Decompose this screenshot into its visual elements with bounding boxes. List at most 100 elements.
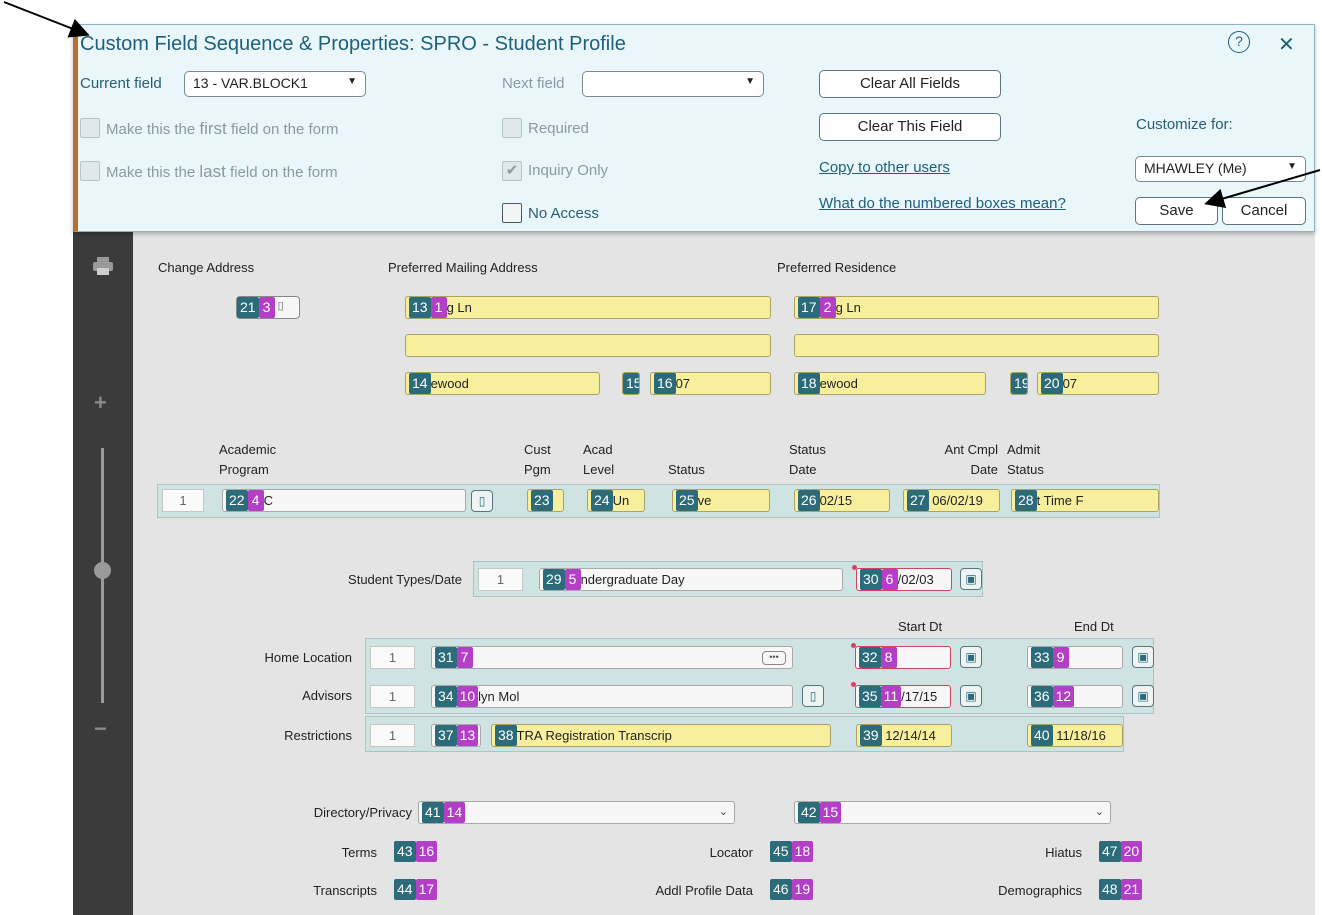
order-badge: 8 xyxy=(880,647,897,668)
residence-city-field[interactable]: 18 ewood xyxy=(794,372,986,395)
calendar-icon[interactable]: ▣ xyxy=(960,685,982,707)
change-address-field[interactable]: 21 3 ▯ xyxy=(236,296,300,319)
advisor-start-date-field[interactable]: 35 11/17/15 xyxy=(855,685,951,708)
mailing-zip-field[interactable]: 16 07 xyxy=(650,372,771,395)
sequence-badge: 14 xyxy=(409,373,431,394)
terms-button[interactable]: 43 16 xyxy=(394,841,438,862)
locator-button[interactable]: 45 18 xyxy=(770,841,814,862)
calendar-icon[interactable]: ▣ xyxy=(1132,646,1154,668)
close-icon[interactable]: ✕ xyxy=(1278,32,1295,57)
cust-pgm-field[interactable]: 23 xyxy=(527,489,564,512)
admit-status-field[interactable]: 28 t Time F xyxy=(1011,489,1159,512)
residence-state-field[interactable]: 19 xyxy=(1010,372,1028,395)
directory-privacy-select-1[interactable]: 41 14 ⌄ xyxy=(418,801,735,824)
sequence-badge: 32 xyxy=(859,647,881,668)
row-number: 1 xyxy=(370,724,415,747)
make-last-checkbox[interactable] xyxy=(80,161,100,181)
customize-for-select[interactable]: MHAWLEY (Me) ▼ xyxy=(1135,156,1306,182)
required-checkbox[interactable] xyxy=(502,118,522,138)
zoom-out-icon[interactable]: − xyxy=(94,716,107,742)
order-badge: 17 xyxy=(415,879,438,900)
terms-label: Terms xyxy=(341,845,377,860)
residence-line2-field[interactable] xyxy=(794,334,1159,357)
order-badge: 12 xyxy=(1052,686,1075,707)
sequence-badge: 45 xyxy=(770,841,792,862)
zoom-in-icon[interactable]: + xyxy=(94,390,107,416)
header-admit: Admit xyxy=(1007,442,1041,457)
mailing-line2-field[interactable] xyxy=(405,334,771,357)
inquiry-only-checkbox[interactable]: ✔ xyxy=(502,161,522,181)
header-status-date-2: Date xyxy=(789,462,817,477)
print-icon[interactable] xyxy=(92,256,114,276)
calendar-icon[interactable]: ▣ xyxy=(960,646,982,668)
next-field-select[interactable]: ▼ xyxy=(582,71,764,97)
academic-program-field[interactable]: 22 4 C xyxy=(222,489,466,512)
field-value: 07 xyxy=(675,376,691,391)
zoom-slider-handle[interactable] xyxy=(94,562,111,579)
no-access-checkbox[interactable] xyxy=(502,203,522,223)
residence-zip-field[interactable]: 20 07 xyxy=(1037,372,1159,395)
addl-profile-button[interactable]: 46 19 xyxy=(770,879,814,900)
checkmark-icon: ✔ xyxy=(505,162,519,179)
clear-all-fields-button[interactable]: Clear All Fields xyxy=(819,70,1001,98)
cancel-button[interactable]: Cancel xyxy=(1222,197,1306,225)
mailing-state-field[interactable]: 15 xyxy=(622,372,640,395)
home-start-date-field[interactable]: 32 8 xyxy=(855,646,951,669)
current-field-select[interactable]: 13 - VAR.BLOCK1 ▼ xyxy=(184,71,366,97)
make-first-checkbox[interactable] xyxy=(80,118,100,138)
advisor-field[interactable]: 34 10 lyn Mol xyxy=(431,685,793,708)
advisor-end-date-field[interactable]: 36 12 xyxy=(1027,685,1123,708)
preferred-mailing-label: Preferred Mailing Address xyxy=(388,260,538,275)
field-value: g Ln xyxy=(835,300,861,315)
sequence-badge: 22 xyxy=(226,490,248,511)
home-location-field[interactable]: 31 7 xyxy=(431,646,793,669)
ant-cmpl-date-field[interactable]: 27 06/02/19 xyxy=(903,489,1000,512)
document-icon[interactable]: ▯ xyxy=(471,490,493,512)
header-admit-status: Status xyxy=(1007,462,1044,477)
restriction-desc-field[interactable]: 38 TRA Registration Transcrip xyxy=(491,724,831,747)
directory-privacy-select-2[interactable]: 42 15 ⌄ xyxy=(794,801,1111,824)
sequence-badge: 43 xyxy=(394,841,416,862)
document-icon: ▯ xyxy=(274,300,284,312)
save-button[interactable]: Save xyxy=(1135,197,1218,225)
restriction-start-date-field[interactable]: 39 12/14/14 xyxy=(856,724,952,747)
transcripts-label: Transcripts xyxy=(313,883,377,898)
hiatus-label: Hiatus xyxy=(1045,845,1082,860)
field-value: 06/02/19 xyxy=(932,493,983,508)
student-type-date-field[interactable]: 30 6/02/03 xyxy=(856,568,952,591)
mailing-line1-field[interactable]: 13 1 g Ln xyxy=(405,296,771,319)
home-end-date-field[interactable]: 33 9 xyxy=(1027,646,1123,669)
calendar-icon[interactable]: ▣ xyxy=(1132,685,1154,707)
document-icon[interactable]: ▯ xyxy=(802,685,824,707)
end-dt-label: End Dt xyxy=(1074,619,1114,634)
mailing-city-field[interactable]: 14 ewood xyxy=(405,372,600,395)
customize-for-value: MHAWLEY (Me) xyxy=(1144,160,1247,176)
transcripts-button[interactable]: 44 17 xyxy=(394,879,438,900)
residence-line1-field[interactable]: 17 2 g Ln xyxy=(794,296,1159,319)
demographics-button[interactable]: 48 21 xyxy=(1099,879,1143,900)
order-badge: 19 xyxy=(791,879,814,900)
clear-this-field-button[interactable]: Clear This Field xyxy=(819,113,1001,141)
advisors-label: Advisors xyxy=(302,688,352,703)
more-options-icon[interactable]: ••• xyxy=(762,651,786,665)
copy-to-users-link[interactable]: Copy to other users xyxy=(819,159,950,176)
sequence-badge: 30 xyxy=(860,569,882,590)
field-value: ewood xyxy=(430,376,469,391)
order-badge: 4 xyxy=(247,490,264,511)
student-type-field[interactable]: 29 5 ndergraduate Day xyxy=(539,568,843,591)
sequence-badge: 33 xyxy=(1031,647,1053,668)
sequence-badge: 38 xyxy=(495,725,517,746)
calendar-icon[interactable]: ▣ xyxy=(960,568,982,590)
help-icon[interactable]: ? xyxy=(1228,31,1250,53)
restriction-code-field[interactable]: 37 13 xyxy=(431,724,481,747)
status-date-field[interactable]: 26 02/15 xyxy=(794,489,890,512)
numbered-boxes-help-link[interactable]: What do the numbered boxes mean? xyxy=(819,195,1066,212)
left-toolbar: + − xyxy=(73,230,133,915)
acad-level-field[interactable]: 24 Un xyxy=(587,489,645,512)
restriction-end-date-field[interactable]: 40 11/18/16 xyxy=(1027,724,1123,747)
make-last-label: Make this the last field on the form xyxy=(106,162,338,181)
sequence-badge: 26 xyxy=(798,490,820,511)
change-address-label: Change Address xyxy=(158,260,255,275)
hiatus-button[interactable]: 47 20 xyxy=(1099,841,1143,862)
status-field[interactable]: 25 ve xyxy=(672,489,770,512)
